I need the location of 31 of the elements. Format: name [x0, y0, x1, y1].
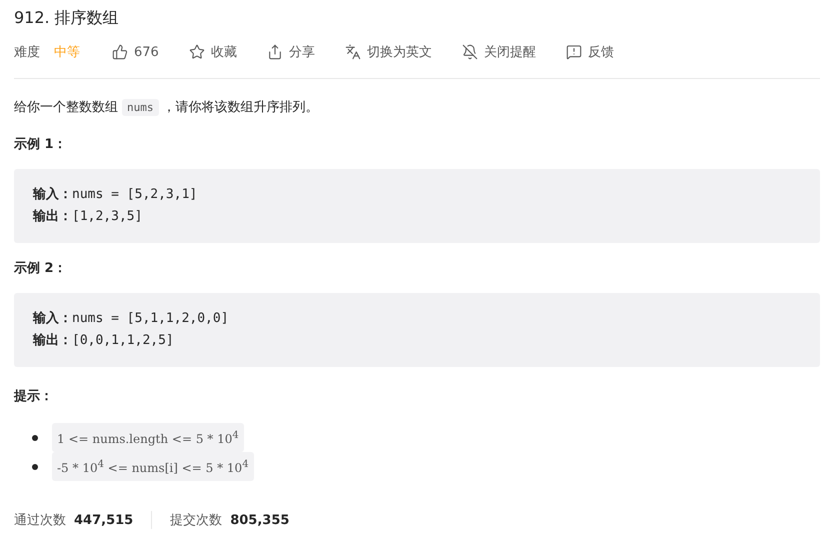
example-line: 输出：[1,2,3,5] — [33, 208, 144, 226]
hint-code: -5 * 10$^{4}$ <= nums[i] <= 5 * 10$^{4}$ — [52, 452, 254, 481]
hints-heading: 提示： — [14, 388, 54, 405]
thumbs-up-icon — [112, 44, 128, 60]
share-button[interactable]: 分享 — [266, 43, 315, 61]
example-line: 输入：nums = [5,1,1,2,0,0] — [33, 310, 230, 328]
stat-label: 通过次数 — [14, 512, 66, 529]
stat-value: 447,515 — [74, 512, 134, 528]
share-icon — [266, 44, 283, 60]
problem-title: 912. 排序数组 — [14, 7, 120, 29]
example-line: 输入：nums = [5,2,3,1] — [33, 186, 198, 204]
star-button[interactable]: 收藏 — [188, 43, 237, 61]
hint-code: 1 <= nums.length <= 5 * 10$^{4}$ — [52, 423, 244, 452]
example-heading: 示例 1： — [14, 136, 68, 153]
bell-off-icon — [462, 44, 478, 60]
difficulty-value: 中等 — [54, 44, 80, 61]
bullet-icon — [32, 434, 38, 440]
star-icon — [188, 44, 205, 60]
like-button[interactable]: 676 — [112, 44, 159, 60]
example-line: 输出：[0,0,1,1,2,5] — [33, 332, 175, 350]
difficulty-label: 难度 — [14, 44, 40, 61]
stat-label: 提交次数 — [170, 512, 222, 529]
translate-icon — [344, 44, 361, 60]
bell-button[interactable]: 关闭提醒 — [462, 43, 536, 61]
feedback-button[interactable]: 反馈 — [566, 43, 614, 61]
translate-button[interactable]: 切换为英文 — [344, 43, 432, 61]
feedback-icon — [566, 44, 582, 60]
bullet-icon — [32, 464, 38, 470]
description: 给你一个整数数组 nums ，请你将该数组升序排列。 — [14, 98, 320, 118]
stat-value: 805,355 — [230, 512, 290, 528]
example-heading: 示例 2： — [14, 260, 68, 277]
